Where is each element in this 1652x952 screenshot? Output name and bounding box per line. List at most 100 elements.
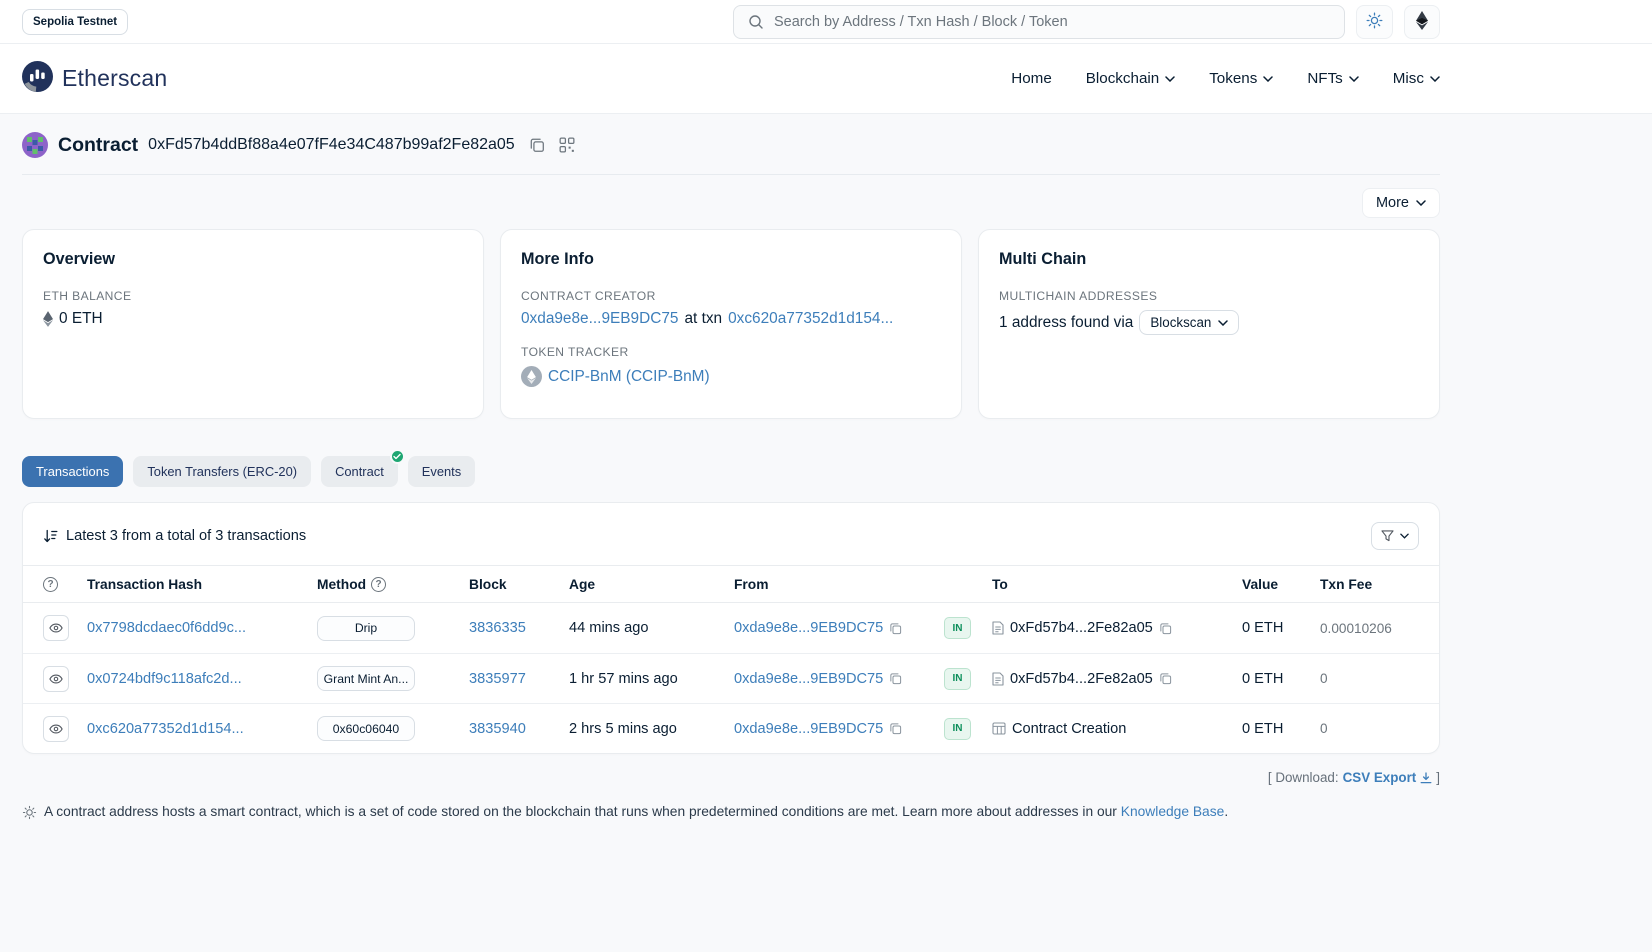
- creator-connector: at txn: [684, 310, 722, 328]
- nav-item-nfts[interactable]: NFTs: [1307, 70, 1358, 87]
- filter-button[interactable]: [1371, 522, 1419, 550]
- overview-card: Overview ETH BALANCE 0 ETH: [22, 229, 484, 419]
- page-title-row: Contract 0xFd57b4ddBf88a4e07fF4e34C487b9…: [22, 132, 1440, 158]
- note-suffix: .: [1224, 804, 1228, 819]
- csv-export-link[interactable]: CSV Export: [1343, 770, 1433, 785]
- contract-file-icon: [992, 672, 1004, 686]
- copy-icon[interactable]: [889, 622, 902, 635]
- col-age[interactable]: Age: [569, 577, 734, 592]
- copy-address-icon[interactable]: [529, 137, 545, 153]
- address-identicon: [22, 132, 48, 158]
- method-badge: Grant Mint An...: [317, 666, 415, 691]
- nav-item-home[interactable]: Home: [1011, 70, 1052, 87]
- etherscan-logo[interactable]: Etherscan: [22, 61, 167, 96]
- table-row: 0x7798dcdaec0f6dd9c... Drip 3836335 44 m…: [23, 603, 1439, 653]
- direction-badge: IN: [944, 617, 971, 639]
- lightbulb-icon: [22, 805, 37, 823]
- to-address: 0xFd57b4...2Fe82a05: [1010, 620, 1153, 636]
- col-transaction-hash: Transaction Hash: [87, 577, 317, 592]
- age-value: 44 mins ago: [569, 620, 649, 636]
- from-address-link[interactable]: 0xda9e8e...9EB9DC75: [734, 620, 883, 636]
- tab-events[interactable]: Events: [408, 456, 475, 487]
- eth-balance-label: ETH BALANCE: [43, 289, 463, 303]
- multichain-found-text: 1 address found via: [999, 314, 1133, 332]
- nav-item-misc[interactable]: Misc: [1393, 70, 1440, 87]
- contract-info-note: A contract address hosts a smart contrac…: [22, 804, 1440, 823]
- download-prefix: [ Download:: [1268, 770, 1339, 785]
- title-divider: [22, 174, 1440, 175]
- chevron-down-icon: [1218, 320, 1228, 326]
- col-to: To: [992, 577, 1242, 592]
- network-badge[interactable]: Sepolia Testnet: [22, 9, 128, 35]
- col-txn-fee[interactable]: Txn Fee: [1320, 577, 1419, 592]
- note-text: A contract address hosts a smart contrac…: [44, 804, 1117, 819]
- direction-badge: IN: [944, 668, 971, 690]
- page-title: Contract: [58, 134, 138, 157]
- copy-icon[interactable]: [1159, 672, 1172, 685]
- transactions-panel: Latest 3 from a total of 3 transactions …: [22, 502, 1440, 754]
- age-value: 1 hr 57 mins ago: [569, 671, 678, 687]
- txn-hash-link[interactable]: 0x7798dcdaec0f6dd9c...: [87, 620, 246, 636]
- txn-hash-link[interactable]: 0xc620a77352d1d154...: [87, 721, 244, 737]
- nav-item-tokens[interactable]: Tokens: [1209, 70, 1273, 87]
- block-link[interactable]: 3835977: [469, 671, 526, 687]
- more-button[interactable]: More: [1362, 188, 1440, 218]
- multichain-card: Multi Chain MULTICHAIN ADDRESSES 1 addre…: [978, 229, 1440, 419]
- col-block: Block: [469, 577, 569, 592]
- token-tracker-label: TOKEN TRACKER: [521, 345, 941, 359]
- qr-code-icon[interactable]: [559, 137, 575, 153]
- more-info-card: More Info CONTRACT CREATOR 0xda9e8e...9E…: [500, 229, 962, 419]
- table-row: 0xc620a77352d1d154... 0x60c06040 3835940…: [23, 703, 1439, 753]
- filter-icon: [1381, 530, 1394, 542]
- download-icon: [1420, 772, 1432, 784]
- token-tracker-link[interactable]: CCIP-BnM (CCIP-BnM): [548, 368, 710, 386]
- block-link[interactable]: 3835940: [469, 721, 526, 737]
- col-method: Method: [317, 577, 366, 592]
- copy-icon[interactable]: [889, 722, 902, 735]
- download-row: [ Download: CSV Export ]: [22, 770, 1440, 785]
- eye-icon: [49, 724, 63, 734]
- txn-preview-button[interactable]: [43, 716, 69, 742]
- theme-toggle-button[interactable]: [1356, 5, 1393, 39]
- multichain-addresses-label: MULTICHAIN ADDRESSES: [999, 289, 1419, 303]
- eth-balance-value: 0 ETH: [59, 310, 103, 328]
- search-box[interactable]: [733, 5, 1345, 39]
- copy-icon[interactable]: [889, 672, 902, 685]
- contract-creation-icon: [992, 722, 1006, 735]
- block-link[interactable]: 3836335: [469, 620, 526, 636]
- method-help-icon[interactable]: ?: [371, 577, 386, 592]
- txn-preview-button[interactable]: [43, 666, 69, 692]
- chevron-down-icon: [1416, 200, 1426, 206]
- eye-icon: [49, 674, 63, 684]
- txn-hash-link[interactable]: 0x0724bdf9c118afc2d...: [87, 671, 242, 687]
- eth-diamond-icon: [43, 311, 53, 327]
- more-info-card-title: More Info: [521, 250, 941, 269]
- value-cell: 0 ETH: [1242, 721, 1283, 737]
- nav-item-blockchain[interactable]: Blockchain: [1086, 70, 1175, 87]
- transactions-summary: Latest 3 from a total of 3 transactions: [66, 528, 306, 544]
- tab-token-transfers[interactable]: Token Transfers (ERC-20): [133, 456, 311, 487]
- help-icon[interactable]: ?: [43, 577, 58, 592]
- main-nav: Home Blockchain Tokens NFTs Misc: [1011, 70, 1440, 87]
- etherscan-logo-icon: [22, 61, 53, 96]
- top-bar: Sepolia Testnet: [0, 0, 1652, 44]
- knowledge-base-link[interactable]: Knowledge Base: [1121, 804, 1225, 819]
- chevron-down-icon: [1400, 533, 1409, 539]
- from-address-link[interactable]: 0xda9e8e...9EB9DC75: [734, 721, 883, 737]
- chevron-down-icon: [1165, 76, 1175, 82]
- creator-address-link[interactable]: 0xda9e8e...9EB9DC75: [521, 310, 678, 328]
- tab-contract[interactable]: Contract: [321, 456, 398, 487]
- table-header-row: ? Transaction Hash Method ? Block Age Fr…: [23, 565, 1439, 603]
- search-input[interactable]: [772, 13, 1334, 31]
- method-badge: Drip: [317, 616, 415, 641]
- creation-txn-link[interactable]: 0xc620a77352d1d154...: [728, 310, 893, 328]
- tab-transactions[interactable]: Transactions: [22, 456, 123, 487]
- verified-check-icon: [390, 449, 405, 464]
- multichain-provider-dropdown[interactable]: Blockscan: [1139, 310, 1239, 335]
- search-icon: [748, 14, 764, 30]
- network-switch-button[interactable]: [1404, 5, 1440, 39]
- copy-icon[interactable]: [1159, 622, 1172, 635]
- txn-preview-button[interactable]: [43, 615, 69, 641]
- from-address-link[interactable]: 0xda9e8e...9EB9DC75: [734, 671, 883, 687]
- chevron-down-icon: [1430, 76, 1440, 82]
